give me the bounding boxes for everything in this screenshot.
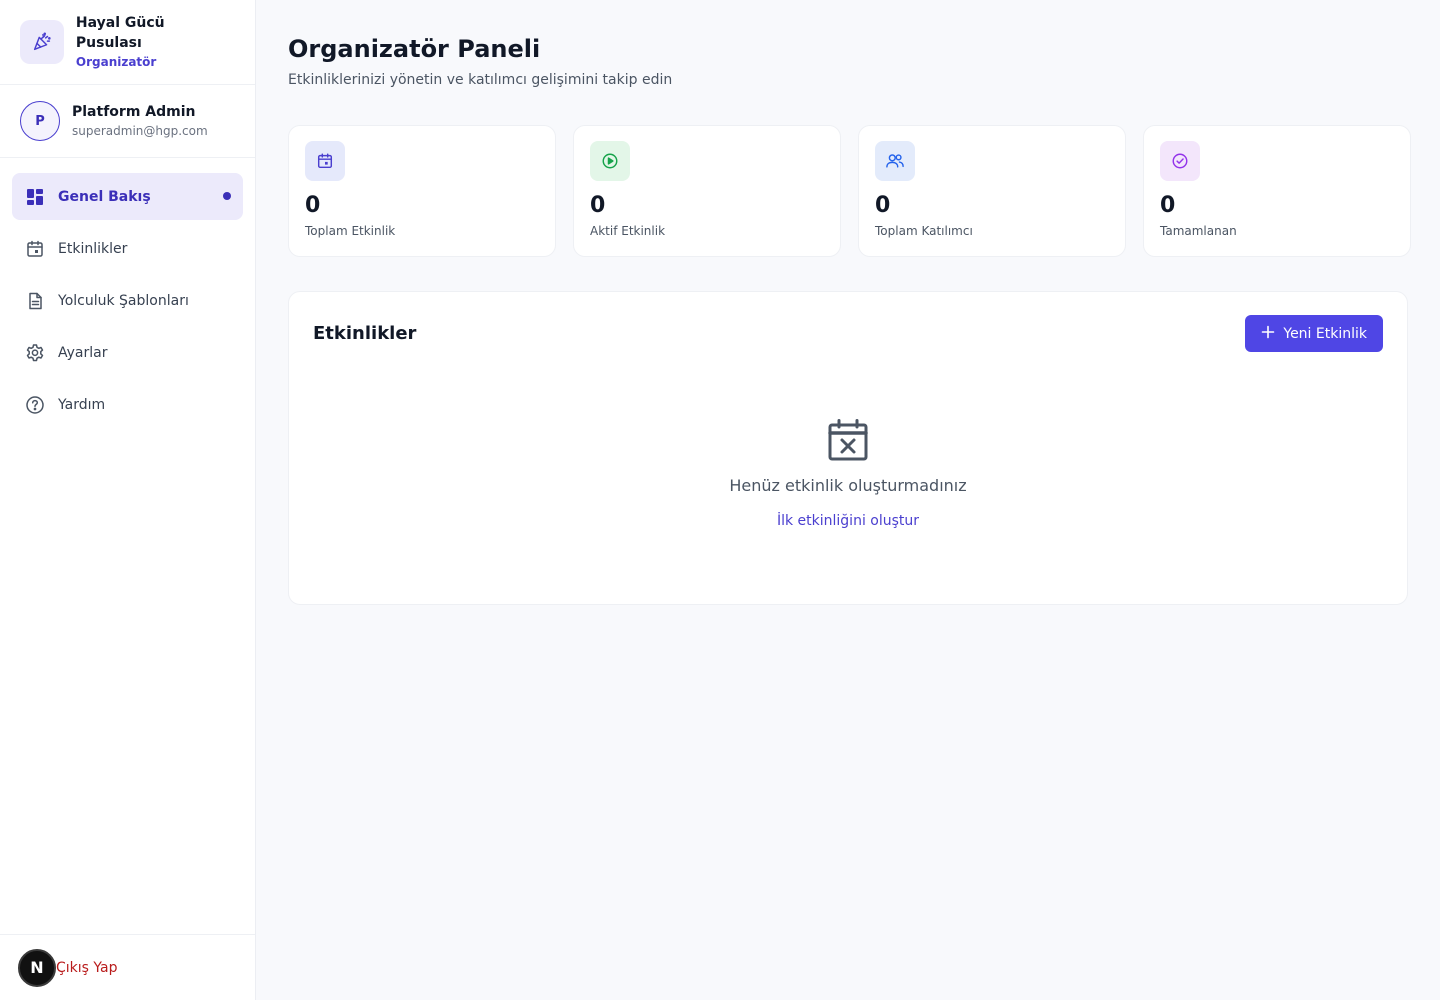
stat-label: Aktif Etkinlik (590, 224, 666, 238)
empty-state-text: Henüz etkinlik oluşturmadınız (729, 476, 967, 495)
create-first-event-link[interactable]: İlk etkinliğini oluştur (777, 513, 919, 529)
calendar-icon (24, 238, 46, 260)
events-title: Etkinlikler (313, 323, 417, 344)
stat-label: Toplam Katılımcı (875, 224, 973, 238)
stat-value: 0 (590, 193, 606, 218)
check-circle-icon (1160, 141, 1200, 181)
active-indicator-dot (223, 192, 231, 200)
sidebar-nav: Genel Bakış Etkinlikler Yolculuk Şablonl… (0, 158, 255, 428)
empty-state: Henüz etkinlik oluşturmadınız İlk etkinl… (289, 418, 1407, 529)
stat-value: 0 (305, 193, 321, 218)
stat-card-toplam-etkinlik: 0 Toplam Etkinlik (288, 125, 556, 257)
user-info: Platform Admin superadmin@hgp.com (72, 102, 208, 140)
play-icon (590, 141, 630, 181)
user-profile: P Platform Admin superadmin@hgp.com (0, 85, 255, 158)
user-email: superadmin@hgp.com (72, 124, 208, 138)
document-icon (24, 290, 46, 312)
dashboard-icon (24, 186, 46, 208)
sidebar-item-label: Yardım (58, 396, 106, 413)
sidebar-item-yardim[interactable]: Yardım (12, 381, 243, 428)
calendar-x-icon (827, 418, 869, 466)
new-event-button[interactable]: Yeni Etkinlik (1245, 315, 1383, 352)
sidebar: Hayal Gücü Pusulası Organizatör P Platfo… (0, 0, 256, 1000)
calendar-icon (305, 141, 345, 181)
page-subtitle: Etkinliklerinizi yönetin ve katılımcı ge… (288, 72, 673, 88)
plus-icon (1261, 325, 1275, 343)
stat-value: 0 (875, 193, 891, 218)
brand-name: Hayal Gücü Pusulası (75, 15, 165, 51)
stats-row: 0 Toplam Etkinlik 0 Aktif Etkinlik 0 Top… (288, 125, 1411, 257)
new-event-label: Yeni Etkinlik (1283, 325, 1367, 342)
brand-text: Hayal Gücü Pusulası Organizatör (76, 13, 235, 71)
page-title: Organizatör Paneli (288, 35, 541, 63)
app-root: Hayal Gücü Pusulası Organizatör P Platfo… (0, 0, 1440, 1000)
sidebar-item-ayarlar[interactable]: Ayarlar (12, 329, 243, 376)
stat-card-toplam-katilimci: 0 Toplam Katılımcı (858, 125, 1126, 257)
main-content: Organizatör Paneli Etkinliklerinizi yöne… (256, 0, 1440, 1000)
sidebar-item-label: Yolculuk Şablonları (58, 292, 189, 309)
sidebar-item-label: Etkinlikler (58, 240, 128, 257)
users-icon (875, 141, 915, 181)
sidebar-footer: N Çıkış Yap (0, 934, 255, 1000)
events-header: Etkinlikler Yeni Etkinlik (289, 292, 1407, 352)
gear-icon (24, 342, 46, 364)
party-popper-icon (20, 20, 64, 64)
stat-value: 0 (1160, 193, 1176, 218)
next-dev-badge[interactable]: N (18, 948, 56, 987)
sidebar-item-genel-bakis[interactable]: Genel Bakış (12, 173, 243, 220)
user-name: Platform Admin (72, 104, 196, 120)
stat-card-aktif-etkinlik: 0 Aktif Etkinlik (573, 125, 841, 257)
brand-role: Organizatör (75, 55, 157, 69)
logout-button[interactable]: Çıkış Yap (56, 960, 118, 976)
sidebar-item-etkinlikler[interactable]: Etkinlikler (12, 225, 243, 272)
avatar: P (20, 101, 60, 141)
sidebar-item-label: Genel Bakış (58, 188, 151, 205)
stat-card-tamamlanan: 0 Tamamlanan (1143, 125, 1411, 257)
help-icon (24, 394, 46, 416)
sidebar-item-yolculuk-sablonlari[interactable]: Yolculuk Şablonları (12, 277, 243, 324)
sidebar-item-label: Ayarlar (58, 344, 108, 361)
brand-header: Hayal Gücü Pusulası Organizatör (0, 0, 255, 85)
events-panel: Etkinlikler Yeni Etkinlik Henüz etkinlik… (288, 291, 1408, 605)
stat-label: Tamamlanan (1160, 224, 1237, 238)
stat-label: Toplam Etkinlik (305, 224, 396, 238)
